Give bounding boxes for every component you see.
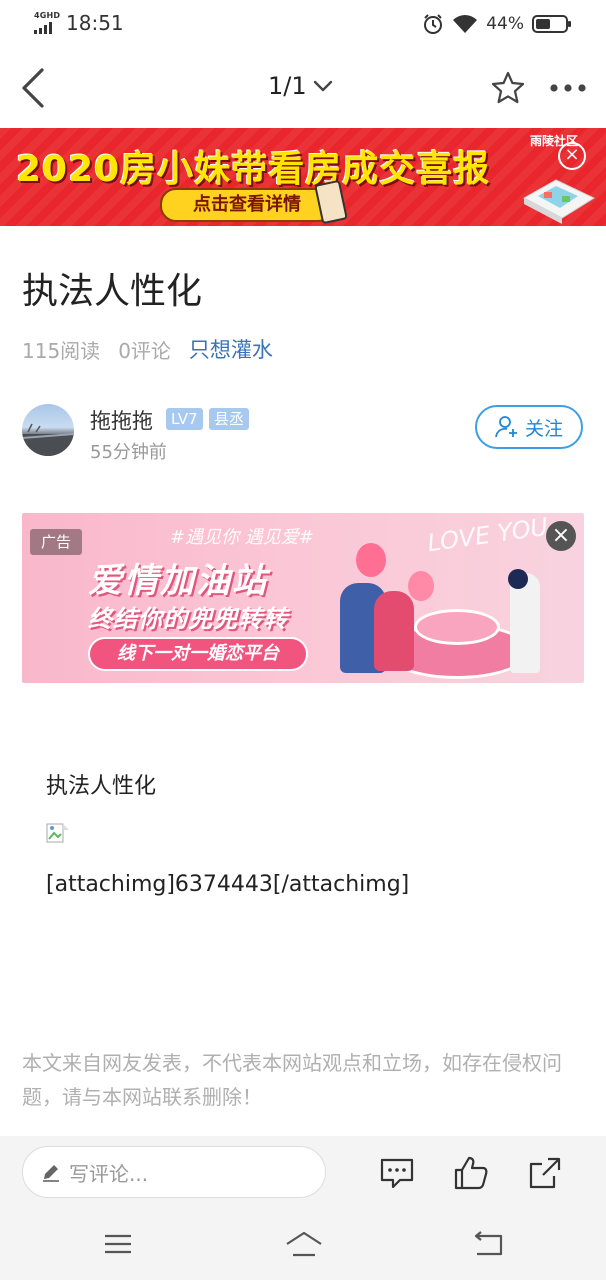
battery-icon (532, 15, 571, 33)
comment-icon[interactable] (378, 1154, 416, 1192)
home-icon[interactable] (284, 1228, 324, 1260)
alarm-icon (424, 14, 443, 34)
more-options-icon[interactable] (548, 82, 588, 94)
comment-count: 0评论 (118, 338, 171, 363)
heart-balloon-icon (408, 571, 434, 601)
banner-title: 2020房小妹带看房成交喜报 (16, 149, 491, 190)
back-nav-icon[interactable] (468, 1228, 508, 1260)
status-bar: 4GHD 18:51 44% (0, 0, 606, 48)
ad-top-text: #遇见你 遇见爱# (170, 527, 314, 548)
read-count: 115阅读 (22, 338, 101, 363)
comment-placeholder: 写评论... (69, 1161, 149, 1186)
post-body-text: 执法人性化 (46, 774, 157, 799)
heart-balloon-icon (356, 543, 386, 577)
menu-icon[interactable] (98, 1228, 138, 1260)
article-title: 执法人性化 (22, 271, 203, 312)
author-name[interactable]: 拖拖拖 (90, 405, 153, 435)
person-illustration (374, 591, 414, 671)
star-icon[interactable] (490, 70, 526, 106)
level-badge: LV7 (166, 408, 203, 430)
banner-cta-button[interactable]: 点击查看详情 (160, 188, 334, 222)
back-arrow-icon[interactable] (18, 67, 48, 109)
follow-label: 关注 (524, 417, 563, 440)
thumbs-up-icon[interactable] (452, 1154, 490, 1192)
follow-button[interactable]: 关注 (475, 405, 583, 449)
attachment-code: [attachimg]6374443[/attachimg] (46, 872, 410, 897)
battery-percent: 44% (486, 14, 524, 34)
network-type: 4GHD (34, 11, 61, 20)
ad-close-icon[interactable]: × (546, 521, 576, 551)
board-illustration-icon (522, 179, 596, 224)
cellular-signal-icon: 4GHD (34, 11, 61, 34)
chevron-down-icon (313, 80, 332, 92)
ad-love-text: LOVE YOU (425, 513, 550, 558)
top-nav-bar: 1/1 (0, 48, 606, 128)
promo-banner[interactable]: 2020房小妹带看房成交喜报 点击查看详情 雨陵社区 × (0, 128, 606, 226)
share-icon[interactable] (526, 1154, 564, 1192)
page-indicator-label: 1/1 (268, 72, 307, 100)
wifi-icon (453, 15, 478, 33)
page-indicator[interactable]: 1/1 (268, 72, 333, 100)
ad-headline: 爱情加油站 (88, 561, 268, 601)
pencil-icon (43, 1165, 59, 1182)
ad-label: 广告 (30, 529, 82, 555)
ad-subheadline: 终结你的兜兜转转 (88, 605, 288, 633)
comment-input[interactable]: 写评论... (22, 1146, 326, 1198)
stage-illustration (414, 609, 500, 645)
broken-image-icon[interactable] (46, 823, 70, 847)
status-icons: 44% (422, 12, 572, 36)
ad-cta: 线下一对一婚恋平台 (88, 637, 308, 671)
forum-tag[interactable]: 只想灌水 (189, 334, 273, 364)
rank-badge: 县丞 (209, 408, 250, 430)
advertisement-banner[interactable]: 广告 #遇见你 遇见爱# 爱情加油站 终结你的兜兜转转 线下一对一婚恋平台 LO… (22, 513, 584, 683)
banner-close-icon[interactable]: × (558, 142, 586, 170)
article-meta: 115阅读 0评论 只想灌水 (22, 334, 273, 364)
disclaimer-text: 本文来自网友发表，不代表本网站观点和立场，如存在侵权问题，请与本网站联系删除！ (22, 1051, 562, 1109)
add-user-icon (495, 416, 517, 438)
avatar[interactable] (22, 404, 74, 456)
post-time: 55分钟前 (90, 442, 167, 463)
person-illustration (508, 569, 528, 589)
status-time: 18:51 (66, 11, 124, 35)
